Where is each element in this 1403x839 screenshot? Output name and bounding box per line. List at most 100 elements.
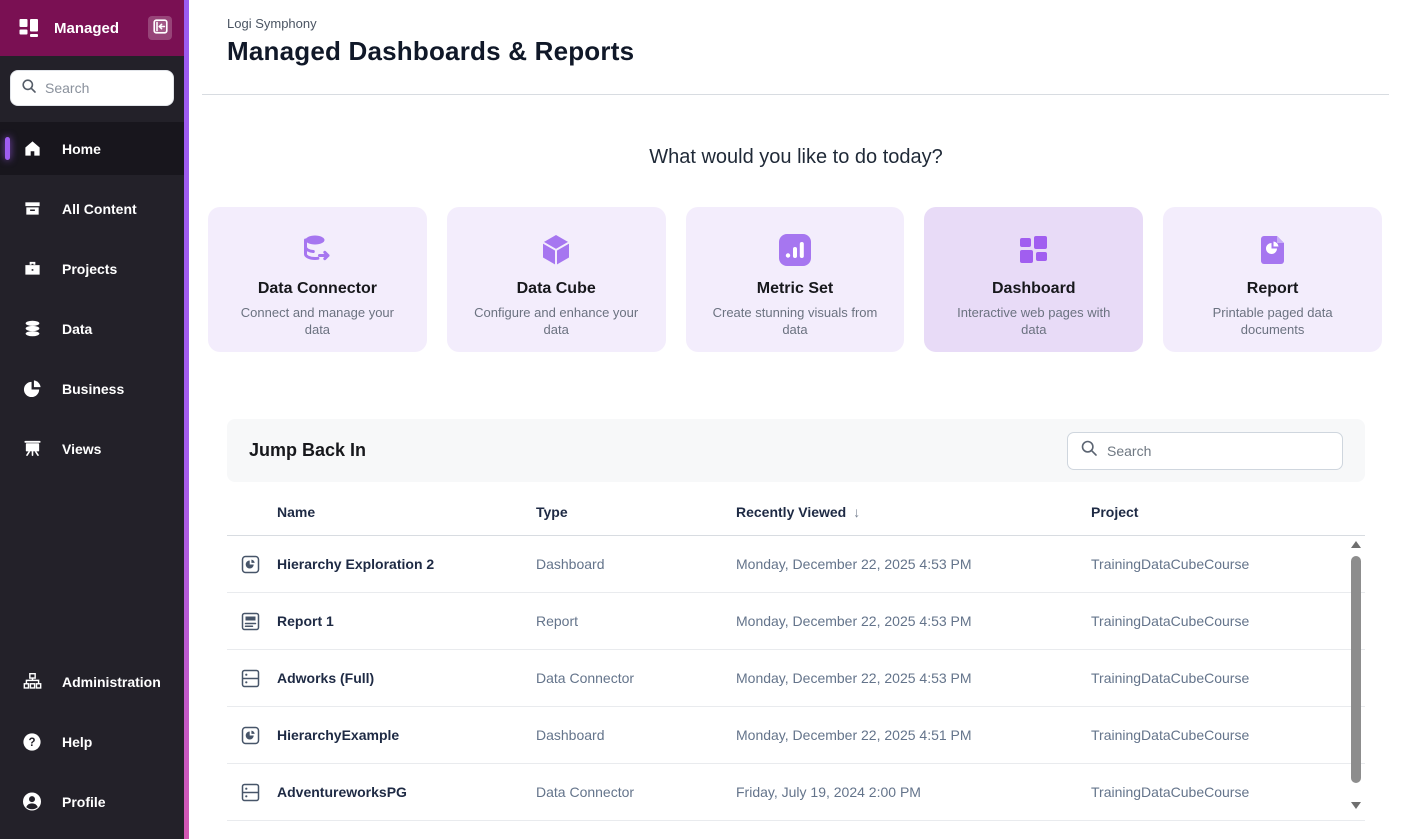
- scroll-up-arrow-icon[interactable]: [1351, 541, 1361, 548]
- sort-descending-icon: ↓: [853, 504, 860, 520]
- table-row[interactable]: Adworks (Full) Data Connector Monday, De…: [227, 650, 1365, 707]
- table-row[interactable]: AdventureworksPG Data Connector Friday, …: [227, 764, 1365, 821]
- sidebar-search[interactable]: [10, 70, 174, 106]
- card-description: Configure and enhance your data: [471, 305, 641, 339]
- dashboard-type-icon: [241, 555, 277, 574]
- row-type: Report: [536, 613, 736, 629]
- card-title: Data Connector: [258, 280, 377, 298]
- row-project: TrainingDataCubeCourse: [1091, 670, 1351, 686]
- question-heading: What would you like to do today?: [189, 146, 1403, 169]
- sidebar-item-all-content[interactable]: All Content: [0, 182, 184, 235]
- briefcase-icon: [22, 259, 42, 279]
- report-doc-icon: [1256, 230, 1290, 270]
- sidebar-item-profile[interactable]: Profile: [0, 775, 184, 828]
- row-viewed: Monday, December 22, 2025 4:53 PM: [736, 613, 1091, 629]
- sidebar-item-label: Home: [62, 141, 101, 157]
- jump-back-search-input[interactable]: [1107, 443, 1330, 459]
- column-spacer: [241, 504, 277, 520]
- card-data-cube[interactable]: Data Cube Configure and enhance your dat…: [447, 207, 666, 352]
- card-description: Printable paged data documents: [1188, 305, 1358, 339]
- database-arrow-icon: [298, 230, 336, 270]
- row-viewed: Monday, December 22, 2025 4:53 PM: [736, 556, 1091, 572]
- scroll-down-arrow-icon[interactable]: [1351, 802, 1361, 809]
- sidebar-item-label: Help: [62, 734, 92, 750]
- help-icon: ?: [22, 732, 42, 752]
- search-icon: [1080, 439, 1098, 462]
- sidebar-item-label: Business: [62, 381, 124, 397]
- sidebar-item-business[interactable]: Business: [0, 362, 184, 415]
- sidebar-nav: Home All Content Projects: [0, 122, 184, 839]
- pie-chart-icon: [22, 379, 42, 399]
- search-icon: [21, 78, 37, 99]
- card-title: Dashboard: [992, 280, 1076, 298]
- column-header-type[interactable]: Type: [536, 504, 736, 520]
- archive-icon: [22, 199, 42, 219]
- sidebar-collapse-button[interactable]: [148, 16, 172, 40]
- jump-back-panel: Jump Back In: [227, 419, 1365, 482]
- card-description: Connect and manage your data: [232, 305, 402, 339]
- data-connector-type-icon: [241, 783, 277, 802]
- row-type: Dashboard: [536, 727, 736, 743]
- sidebar-item-data[interactable]: Data: [0, 302, 184, 355]
- jump-back-title: Jump Back In: [249, 440, 366, 461]
- breadcrumb: Logi Symphony: [227, 16, 1403, 31]
- sidebar: Managed: [0, 0, 184, 839]
- sidebar-item-label: All Content: [62, 201, 137, 217]
- sidebar-item-label: Profile: [62, 794, 106, 810]
- row-project: TrainingDataCubeCourse: [1091, 613, 1351, 629]
- sidebar-item-views[interactable]: Views: [0, 422, 184, 475]
- org-chart-icon: [22, 672, 42, 692]
- presentation-icon: [22, 439, 42, 459]
- svg-text:?: ?: [28, 737, 35, 749]
- row-name[interactable]: Adworks (Full): [277, 670, 536, 686]
- profile-icon: [22, 792, 42, 812]
- sidebar-search-input[interactable]: [45, 80, 163, 96]
- card-report[interactable]: Report Printable paged data documents: [1163, 207, 1382, 352]
- card-title: Data Cube: [517, 280, 596, 298]
- column-header-project[interactable]: Project: [1091, 504, 1351, 520]
- table-body: Hierarchy Exploration 2 Dashboard Monday…: [227, 536, 1365, 821]
- dashboard-grid-icon: [1016, 230, 1052, 270]
- row-type: Data Connector: [536, 784, 736, 800]
- row-name[interactable]: HierarchyExample: [277, 727, 536, 743]
- row-type: Data Connector: [536, 670, 736, 686]
- table-row[interactable]: Report 1 Report Monday, December 22, 202…: [227, 593, 1365, 650]
- card-metric-set[interactable]: Metric Set Create stunning visuals from …: [686, 207, 905, 352]
- sidebar-item-projects[interactable]: Projects: [0, 242, 184, 295]
- row-name[interactable]: Report 1: [277, 613, 536, 629]
- app-window: Managed: [0, 0, 1403, 839]
- column-header-recently-viewed[interactable]: Recently Viewed ↓: [736, 504, 1091, 520]
- sidebar-item-label: Data: [62, 321, 92, 337]
- sidebar-item-help[interactable]: ? Help: [0, 715, 184, 768]
- cube-icon: [537, 230, 575, 270]
- bar-chart-icon: [777, 230, 813, 270]
- report-type-icon: [241, 612, 277, 631]
- sidebar-item-administration[interactable]: Administration: [0, 655, 184, 708]
- jump-back-search[interactable]: [1067, 432, 1343, 470]
- header-divider: [202, 94, 1389, 95]
- page-title: Managed Dashboards & Reports: [227, 36, 1403, 67]
- recent-table: Name Type Recently Viewed ↓ Project: [227, 482, 1365, 821]
- table-row[interactable]: Hierarchy Exploration 2 Dashboard Monday…: [227, 536, 1365, 593]
- row-project: TrainingDataCubeCourse: [1091, 727, 1351, 743]
- scrollbar-thumb[interactable]: [1351, 556, 1361, 783]
- card-dashboard[interactable]: Dashboard Interactive web pages with dat…: [924, 207, 1143, 352]
- dashboard-type-icon: [241, 726, 277, 745]
- sidebar-item-home[interactable]: Home: [0, 122, 184, 175]
- sidebar-spacer: [0, 482, 184, 655]
- table-row[interactable]: HierarchyExample Dashboard Monday, Decem…: [227, 707, 1365, 764]
- column-header-name[interactable]: Name: [277, 504, 536, 520]
- table-header: Name Type Recently Viewed ↓ Project: [227, 482, 1365, 536]
- sidebar-item-label: Views: [62, 441, 101, 457]
- table-scrollbar[interactable]: [1349, 538, 1362, 812]
- home-icon: [22, 139, 42, 159]
- data-connector-type-icon: [241, 669, 277, 688]
- card-description: Interactive web pages with data: [949, 305, 1119, 339]
- row-name[interactable]: Hierarchy Exploration 2: [277, 556, 536, 572]
- row-name[interactable]: AdventureworksPG: [277, 784, 536, 800]
- card-title: Report: [1247, 280, 1299, 298]
- card-title: Metric Set: [757, 280, 833, 298]
- card-data-connector[interactable]: Data Connector Connect and manage your d…: [208, 207, 427, 352]
- main-content: Logi Symphony Managed Dashboards & Repor…: [189, 0, 1403, 839]
- sidebar-item-label: Projects: [62, 261, 117, 277]
